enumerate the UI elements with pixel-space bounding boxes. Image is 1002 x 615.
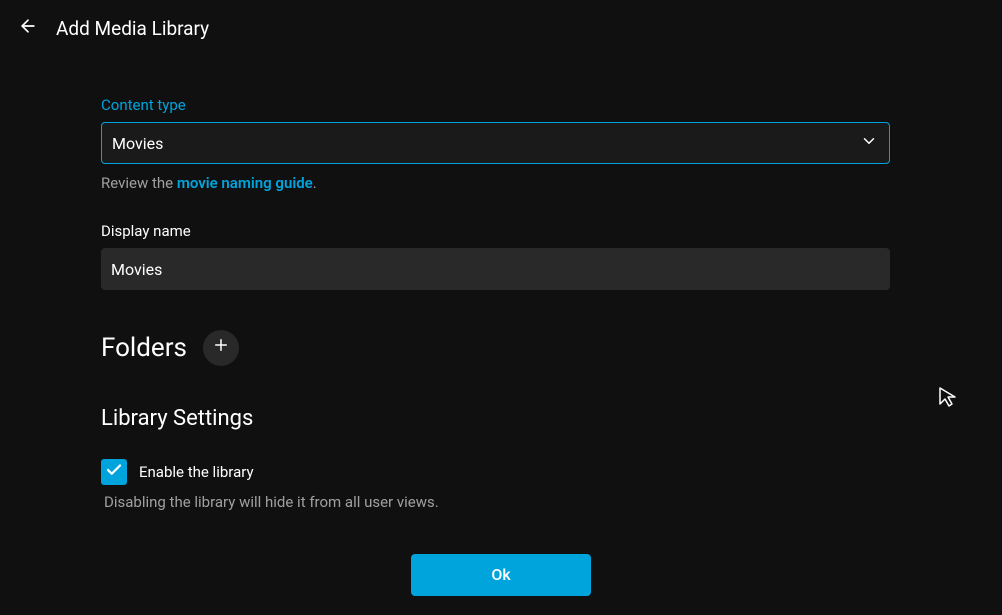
enable-library-helper: Disabling the library will hide it from …: [104, 493, 901, 511]
dialog-content: Content type Movies Review the movie nam…: [0, 60, 1002, 530]
arrow-left-icon: [18, 16, 38, 40]
content-type-helper: Review the movie naming guide.: [101, 174, 901, 192]
helper-suffix: .: [313, 174, 317, 192]
display-name-input[interactable]: [101, 248, 890, 290]
content-type-field: Content type Movies Review the movie nam…: [101, 96, 901, 192]
enable-library-checkbox[interactable]: [101, 459, 127, 485]
content-type-select[interactable]: Movies: [101, 122, 890, 164]
add-folder-button[interactable]: [203, 330, 239, 366]
enable-library-row: Enable the library: [101, 459, 901, 485]
display-name-label: Display name: [101, 222, 901, 240]
back-button[interactable]: [16, 16, 40, 40]
library-settings-heading: Library Settings: [101, 406, 901, 431]
check-icon: [105, 461, 123, 483]
content-type-select-wrapper: Movies: [101, 122, 890, 164]
ok-button[interactable]: Ok: [411, 554, 591, 596]
content-type-label: Content type: [101, 96, 901, 114]
dialog-footer: Ok: [0, 534, 1002, 615]
helper-prefix: Review the: [101, 174, 177, 192]
display-name-field: Display name: [101, 222, 901, 290]
enable-library-label: Enable the library: [139, 463, 254, 481]
folders-heading: Folders: [101, 333, 187, 363]
naming-guide-link[interactable]: movie naming guide: [177, 174, 313, 192]
folders-section: Folders: [101, 330, 901, 366]
plus-icon: [212, 336, 230, 360]
dialog-title: Add Media Library: [56, 17, 209, 40]
dialog-header: Add Media Library: [0, 0, 1002, 60]
